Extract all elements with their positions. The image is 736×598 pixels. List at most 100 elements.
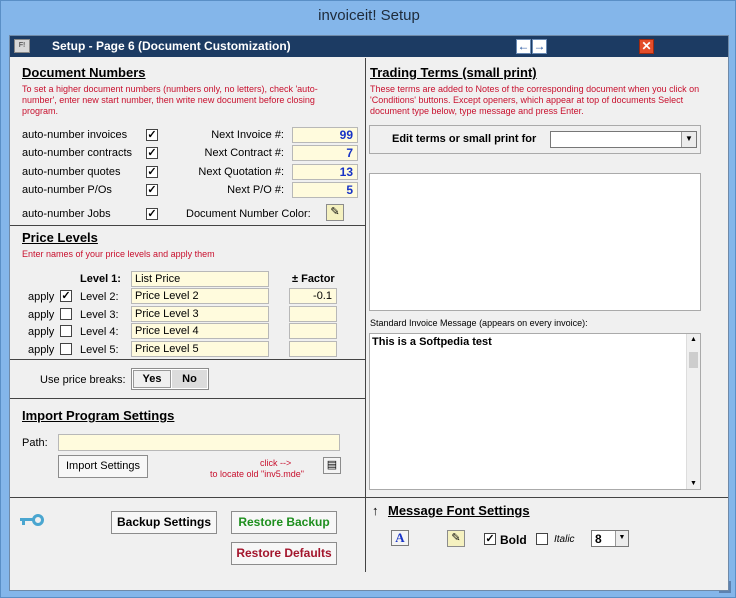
folder-icon: ▤ — [326, 459, 338, 471]
auto-number-contracts-label: auto-number contracts — [22, 147, 133, 159]
next-invoice-label: Next Invoice #: — [211, 129, 284, 141]
apply-label: apply — [28, 291, 55, 303]
invoice-message-textarea[interactable]: This is a Softpedia test ▲ ▼ — [369, 333, 701, 490]
apply-level2-checkbox[interactable]: ✓ — [60, 290, 72, 302]
level4-label: Level 4: — [80, 326, 119, 338]
next-po-label: Next P/O #: — [227, 184, 284, 196]
arrow-right-icon: → — [533, 39, 546, 53]
level4-factor-field[interactable] — [289, 323, 337, 339]
path-label: Path: — [22, 437, 48, 449]
next-contract-label: Next Contract #: — [204, 147, 284, 159]
color-picker-button[interactable]: ✎ — [326, 204, 344, 221]
document-numbers-heading: Document Numbers — [22, 65, 146, 80]
level5-field[interactable]: Price Level 5 — [131, 341, 269, 357]
resize-grip-icon[interactable] — [719, 581, 731, 593]
auto-number-invoices-checkbox[interactable]: ✓ — [146, 129, 158, 141]
chevron-down-icon[interactable]: ▼ — [615, 531, 628, 546]
scroll-thumb[interactable] — [689, 352, 698, 368]
divider — [10, 497, 728, 498]
price-levels-help: Enter names of your price levels and app… — [22, 249, 215, 259]
auto-number-quotes-label: auto-number quotes — [22, 166, 121, 178]
level4-field[interactable]: Price Level 4 — [131, 323, 269, 339]
locate-hint-text: to locate old "inv5.mde" — [210, 469, 304, 479]
keys-icon — [20, 514, 48, 528]
level3-factor-field[interactable] — [289, 306, 337, 322]
bold-label: Bold — [500, 533, 527, 547]
auto-number-pos-checkbox[interactable]: ✓ — [146, 184, 158, 196]
price-breaks-label: Use price breaks: — [40, 374, 126, 386]
close-icon: ✕ — [641, 39, 652, 53]
font-color-button[interactable]: A — [391, 530, 409, 546]
level1-field[interactable]: List Price — [131, 271, 269, 287]
level1-label: Level 1: — [80, 273, 121, 285]
next-page-button[interactable]: → — [532, 39, 547, 54]
document-number-color-label: Document Number Color: — [186, 208, 311, 220]
scrollbar[interactable]: ▲ ▼ — [686, 334, 700, 489]
font-size-value: 8 — [595, 532, 602, 546]
scroll-up-icon[interactable]: ▲ — [690, 336, 697, 343]
factor-header: ± Factor — [292, 273, 335, 285]
window: invoiceit! Setup F! Setup - Page 6 (Docu… — [0, 0, 736, 598]
auto-number-invoices-label: auto-number invoices — [22, 129, 128, 141]
next-po-field[interactable]: 5 — [292, 182, 358, 198]
divider — [10, 359, 365, 360]
next-quotation-field[interactable]: 13 — [292, 164, 358, 180]
restore-defaults-button[interactable]: Restore Defaults — [231, 542, 337, 565]
font-palette-button[interactable]: ✎ — [447, 530, 465, 547]
browse-button[interactable]: ▤ — [323, 457, 341, 474]
apply-level4-checkbox[interactable] — [60, 325, 72, 337]
auto-number-contracts-checkbox[interactable]: ✓ — [146, 147, 158, 159]
previous-page-button[interactable]: ← — [516, 39, 531, 54]
close-button[interactable]: ✕ — [639, 39, 654, 54]
level2-field[interactable]: Price Level 2 — [131, 288, 269, 304]
price-breaks-no-button[interactable]: No — [172, 370, 207, 388]
invoice-message-text: This is a Softpedia test — [372, 336, 492, 348]
terms-textarea[interactable] — [369, 173, 701, 311]
collapse-arrow-icon[interactable]: ↑ — [372, 503, 379, 518]
level5-label: Level 5: — [80, 344, 119, 356]
price-breaks-toggle: Yes No — [131, 368, 209, 390]
level3-field[interactable]: Price Level 3 — [131, 306, 269, 322]
document-type-select[interactable]: ▼ — [550, 131, 697, 148]
level5-factor-field[interactable] — [289, 341, 337, 357]
auto-number-quotes-checkbox[interactable]: ✓ — [146, 166, 158, 178]
next-contract-field[interactable]: 7 — [292, 145, 358, 161]
apply-level5-checkbox[interactable] — [60, 343, 72, 355]
page-title: Setup - Page 6 (Document Customization) — [52, 39, 291, 53]
restore-backup-button[interactable]: Restore Backup — [231, 511, 337, 534]
apply-level3-checkbox[interactable] — [60, 308, 72, 320]
level3-label: Level 3: — [80, 309, 119, 321]
document-numbers-help: To set a higher document numbers (number… — [22, 84, 318, 116]
font-size-select[interactable]: 8 ▼ — [591, 530, 629, 547]
trading-terms-heading: Trading Terms (small print) — [370, 65, 537, 80]
level2-factor-field[interactable]: -0.1 — [289, 288, 337, 304]
price-breaks-yes-button[interactable]: Yes — [133, 370, 171, 388]
import-settings-button[interactable]: Import Settings — [58, 455, 148, 478]
palette-icon: ✎ — [330, 206, 340, 218]
auto-number-jobs-checkbox[interactable]: ✓ — [146, 208, 158, 220]
italic-label: Italic — [554, 534, 575, 545]
page-title-bar: F! Setup - Page 6 (Document Customizatio… — [10, 36, 728, 57]
apply-label: apply — [28, 326, 55, 338]
chevron-down-icon[interactable]: ▼ — [681, 132, 696, 147]
edit-terms-bar: Edit terms or small print for ▼ — [369, 125, 701, 154]
next-invoice-field[interactable]: 99 — [292, 127, 358, 143]
font-color-icon: A — [395, 530, 405, 545]
divider — [10, 225, 365, 226]
scroll-down-icon[interactable]: ▼ — [690, 480, 697, 487]
edit-terms-label: Edit terms or small print for — [392, 133, 537, 145]
import-settings-heading: Import Program Settings — [22, 408, 175, 423]
setup-panel: F! Setup - Page 6 (Document Customizatio… — [9, 35, 729, 591]
trading-terms-help: These terms are added to Notes of the co… — [370, 84, 700, 116]
level2-label: Level 2: — [80, 291, 119, 303]
arrow-left-icon: ← — [517, 39, 530, 53]
italic-checkbox[interactable] — [536, 533, 548, 545]
backup-settings-button[interactable]: Backup Settings — [111, 511, 217, 534]
path-field[interactable] — [58, 434, 340, 451]
column-divider — [365, 58, 366, 572]
window-title: invoiceit! Setup — [318, 7, 420, 24]
apply-label: apply — [28, 344, 55, 356]
bold-checkbox[interactable]: ✓ — [484, 533, 496, 545]
system-menu-icon[interactable]: F! — [14, 39, 30, 53]
next-quotation-label: Next Quotation #: — [198, 166, 284, 178]
